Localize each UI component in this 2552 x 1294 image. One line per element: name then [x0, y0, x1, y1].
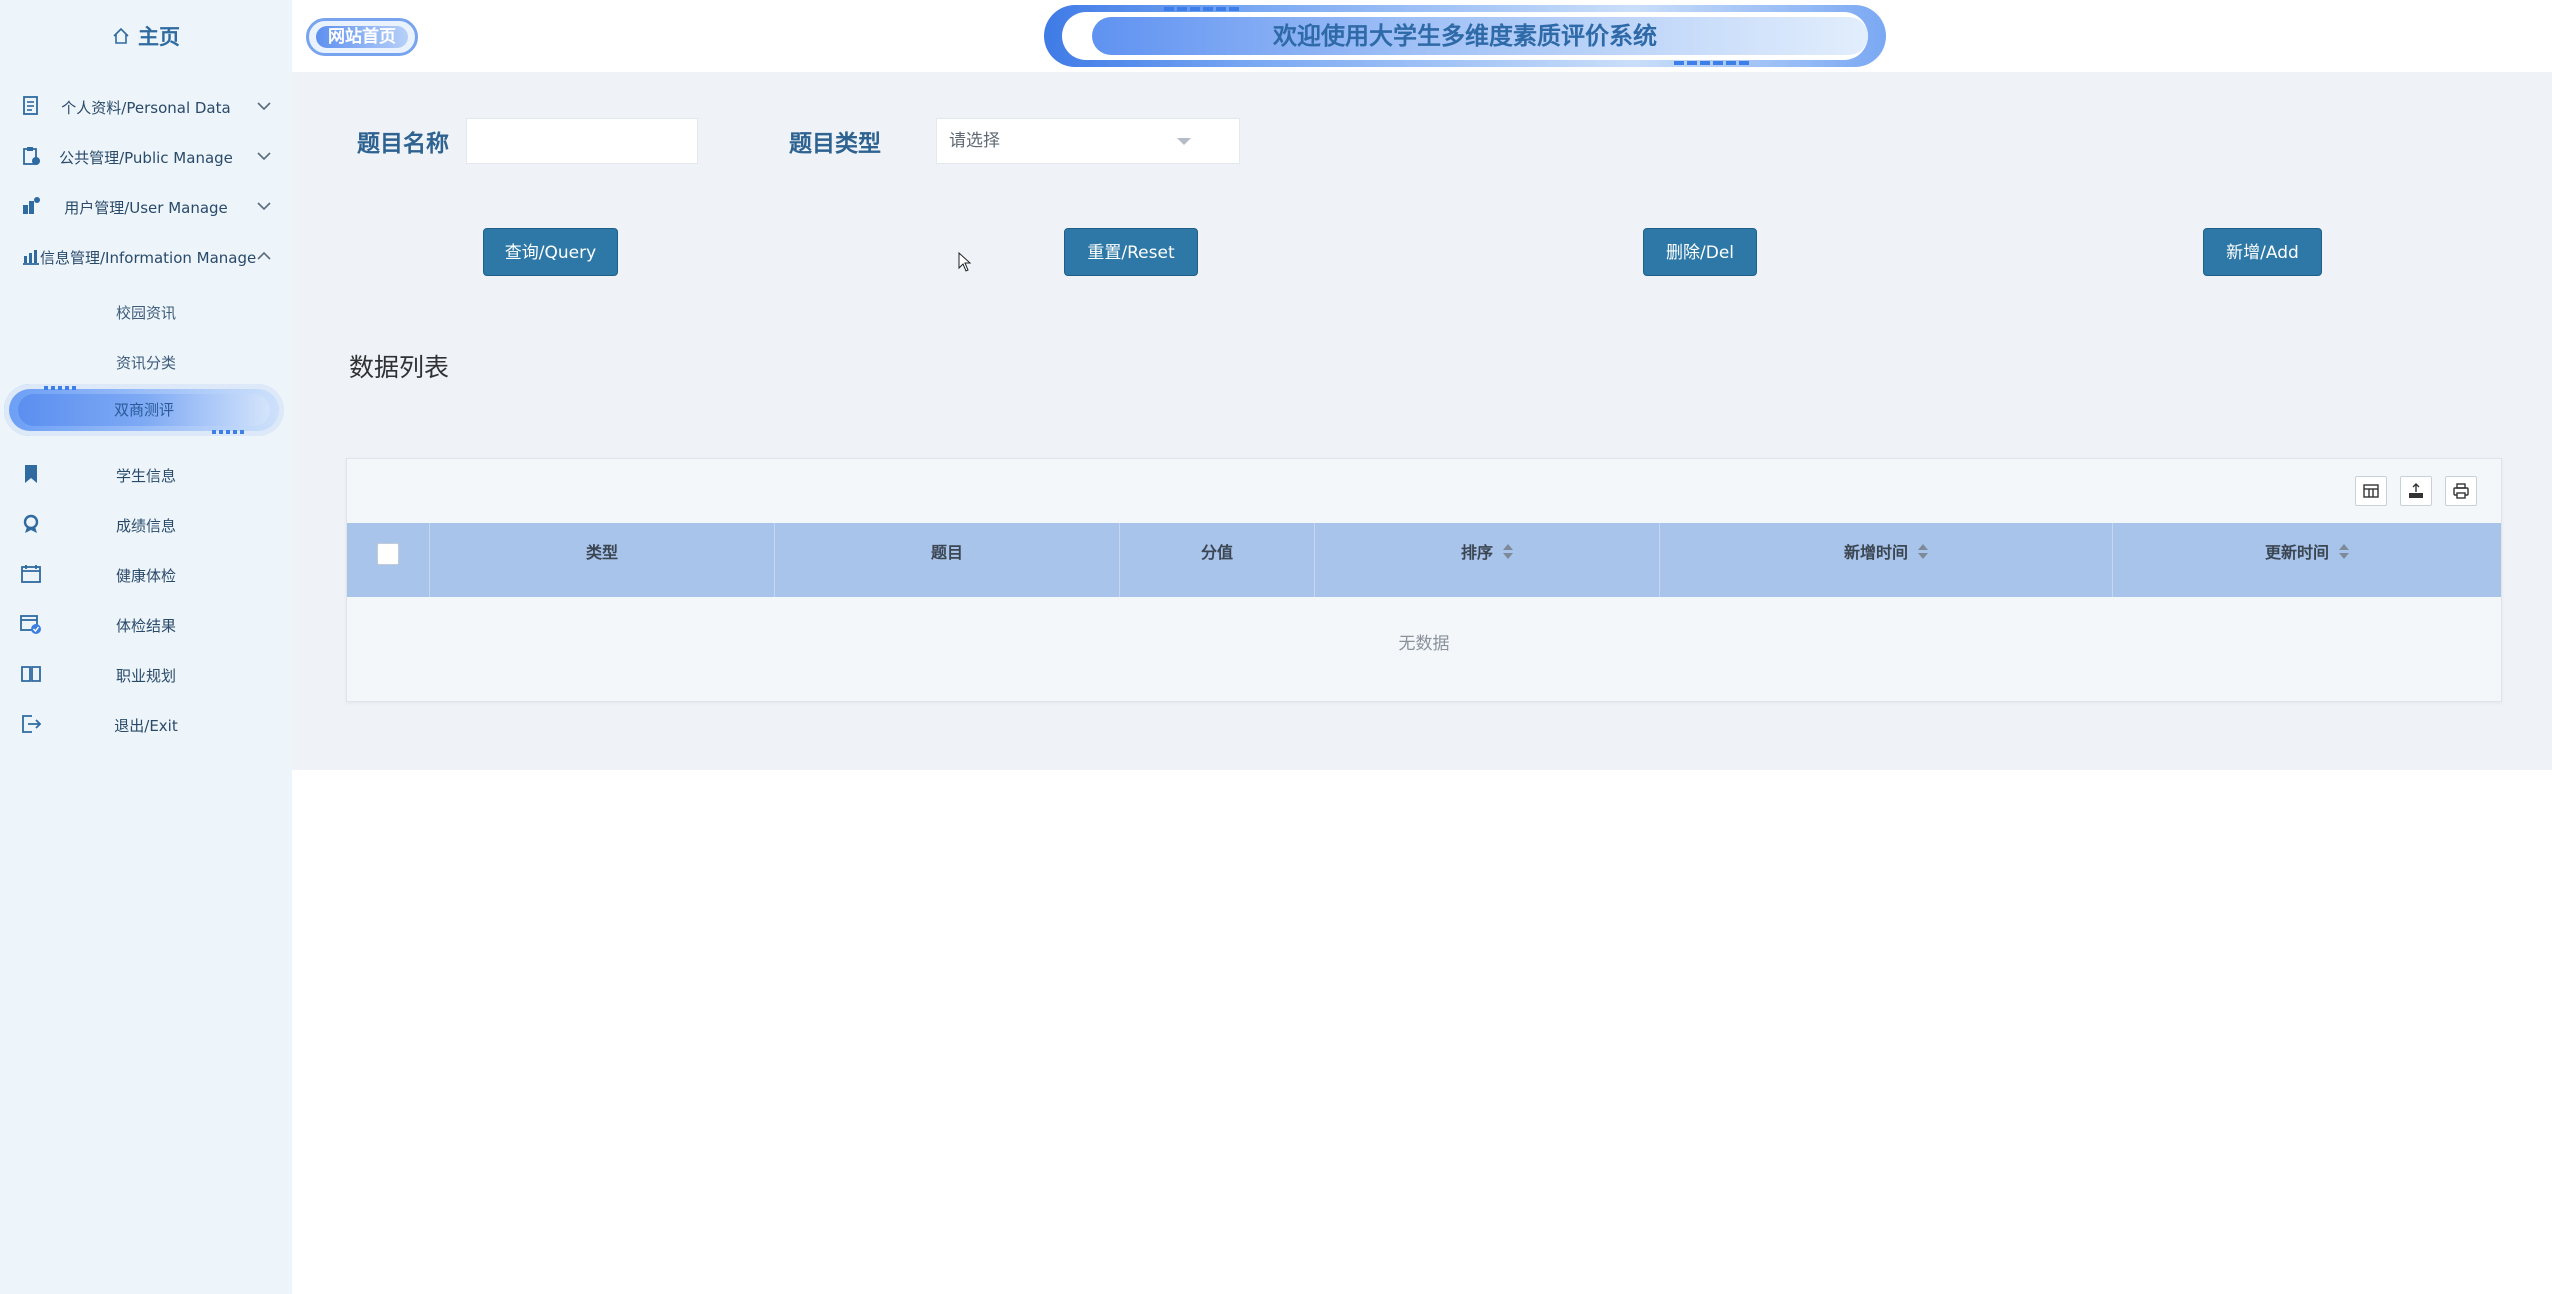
chevron-up-icon [257, 251, 271, 260]
chevron-down-icon [257, 152, 271, 161]
empty-state: 无数据 [1398, 634, 1450, 654]
col-score-label: 分值 [1200, 543, 1233, 562]
menu-health-check[interactable]: 健康体检 [0, 550, 292, 600]
col-type: 类型 [430, 523, 775, 597]
main-content: 题目名称 题目类型 请选择 查询/Query 重置/Reset 删除/Del 新… [292, 72, 2552, 770]
submenu-label: 双商测评 [113, 401, 174, 419]
menu-label: 职业规划 [115, 666, 176, 685]
columns-icon [2363, 484, 2379, 498]
col-type-label: 类型 [585, 543, 618, 562]
submenu-dual-assessment[interactable]: 双商测评 [4, 384, 284, 436]
menu-label: 用户管理/User Manage [64, 198, 228, 217]
menu-information-manage[interactable]: 信息管理/Information Manage [0, 232, 292, 282]
export-button[interactable] [2400, 476, 2432, 506]
menu-label: 退出/Exit [114, 716, 178, 735]
col-created[interactable]: 新增时间 [1660, 523, 2113, 597]
calendar-icon [21, 565, 41, 583]
menu-label: 体检结果 [115, 616, 176, 635]
print-icon [2453, 483, 2469, 499]
menu-score-info[interactable]: 成绩信息 [0, 500, 292, 550]
list-title: 数据列表 [349, 353, 450, 382]
add-button[interactable]: 新增/Add [2203, 228, 2322, 276]
query-button[interactable]: 查询/Query [483, 228, 618, 276]
document-icon [23, 96, 38, 115]
menu-label: 学生信息 [115, 466, 176, 485]
clipboard-icon [23, 147, 40, 165]
title-type-select[interactable]: 请选择 [936, 118, 1240, 164]
menu-public-manage[interactable]: 公共管理/Public Manage [0, 132, 292, 182]
select-all-cell [347, 523, 430, 597]
col-question: 题目 [775, 523, 1120, 597]
menu-student-info[interactable]: 学生信息 [0, 450, 292, 500]
menu-label: 公共管理/Public Manage [59, 148, 233, 167]
sidebar-home[interactable]: 主页 [0, 0, 292, 72]
menu-label: 信息管理/Information Manage [40, 248, 257, 267]
type-label: 题目类型 [789, 131, 881, 157]
submenu-news-category[interactable]: 资讯分类 [0, 337, 292, 387]
book-icon [21, 666, 41, 682]
site-btn-label: 网站首页 [328, 27, 396, 47]
col-sort-label: 排序 [1460, 543, 1493, 562]
home-icon [113, 27, 129, 44]
col-question-label: 题目 [930, 543, 963, 562]
export-icon [2409, 483, 2423, 498]
submenu-campus-news[interactable]: 校园资讯 [0, 287, 292, 337]
mouse-cursor-icon [958, 252, 972, 272]
sort-icon[interactable] [1503, 543, 1513, 560]
menu-check-result[interactable]: 体检结果 [0, 600, 292, 650]
columns-filter-button[interactable] [2355, 476, 2387, 506]
col-created-label: 新增时间 [1843, 543, 1908, 562]
welcome-banner: 欢迎使用大学生多维度素质评价系统 [1044, 5, 1886, 67]
menu-exit[interactable]: 退出/Exit [0, 700, 292, 750]
col-sort[interactable]: 排序 [1315, 523, 1660, 597]
award-icon [23, 514, 39, 533]
reset-button[interactable]: 重置/Reset [1064, 228, 1198, 276]
bookmark-icon [25, 465, 37, 483]
title-name-input[interactable] [466, 118, 698, 164]
menu-career-plan[interactable]: 职业规划 [0, 650, 292, 700]
sort-icon[interactable] [2339, 543, 2349, 560]
chevron-down-icon [257, 102, 271, 111]
menu-user-manage[interactable]: 用户管理/User Manage [0, 182, 292, 232]
name-label: 题目名称 [357, 131, 449, 157]
menu-label: 健康体检 [115, 566, 176, 585]
menu-label: 成绩信息 [115, 516, 176, 535]
menu-personal-data[interactable]: 个人资料/Personal Data [0, 82, 292, 132]
delete-button[interactable]: 删除/Del [1643, 228, 1757, 276]
data-table: 类型 题目 分值 排序 新增时间 更新时间 无数据 [346, 458, 2502, 702]
select-placeholder: 请选择 [949, 131, 1000, 151]
select-all-checkbox[interactable] [377, 543, 399, 565]
welcome-title: 欢迎使用大学生多维度素质评价系统 [1273, 22, 1657, 50]
site-home-button[interactable]: 网站首页 [306, 18, 418, 56]
table-header: 类型 题目 分值 排序 新增时间 更新时间 [347, 523, 2501, 597]
user-manage-icon [23, 197, 40, 214]
sidebar: 主页 个人资料/Personal Data 公共管理/Public Manage [0, 0, 292, 1294]
sort-icon[interactable] [1918, 543, 1928, 560]
col-updated[interactable]: 更新时间 [2113, 523, 2501, 597]
print-button[interactable] [2445, 476, 2477, 506]
chevron-down-icon [257, 202, 271, 211]
menu-label: 个人资料/Personal Data [61, 98, 231, 117]
chart-icon [23, 250, 39, 265]
calendar-check-icon [20, 615, 41, 634]
col-score: 分值 [1120, 523, 1315, 597]
top-header: 网站首页 欢迎使用大学生多维度素质评价系统 [292, 0, 2552, 72]
col-updated-label: 更新时间 [2264, 543, 2329, 562]
home-label: 主页 [138, 25, 180, 49]
logout-icon [22, 715, 42, 733]
caret-down-icon [1177, 138, 1191, 145]
